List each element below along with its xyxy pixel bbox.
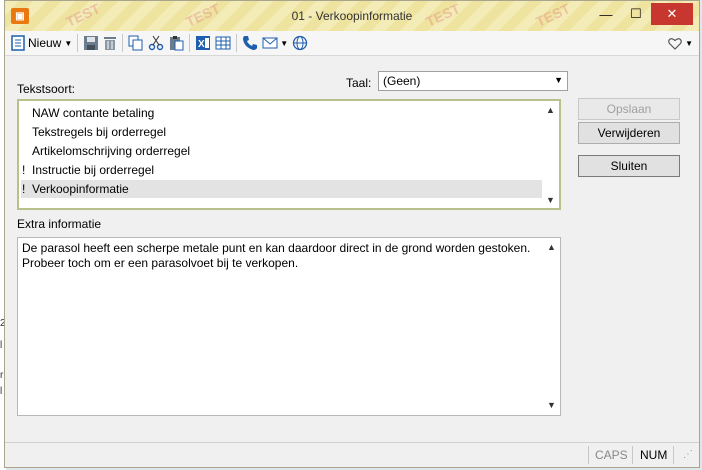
tekstsoort-list[interactable]: NAW contante betaling Tekstregels bij or… xyxy=(17,99,561,210)
chevron-down-icon: ▼ xyxy=(280,38,289,48)
close-button[interactable]: ✕ xyxy=(651,3,693,25)
scroll-up-icon[interactable]: ▲ xyxy=(542,101,559,118)
resize-grip-icon[interactable]: ⋰ xyxy=(683,449,693,460)
list-item-label: Verkoopinformatie xyxy=(32,182,129,196)
extra-informatie-label: Extra informatie xyxy=(17,217,102,231)
toolbar: Nieuw ▼ X ▼ ▼ xyxy=(5,31,699,56)
save-icon xyxy=(84,36,99,50)
title-bar[interactable]: ▣ TEST TEST TEST TEST 01 - Verkoopinform… xyxy=(5,0,699,32)
copy-button[interactable] xyxy=(128,32,144,54)
extra-informatie-textarea[interactable]: De parasol heeft een scherpe metale punt… xyxy=(17,237,561,416)
minimize-button[interactable]: — xyxy=(591,3,621,25)
document-icon xyxy=(11,35,25,51)
separator xyxy=(77,34,79,52)
svg-text:X: X xyxy=(198,39,205,50)
list-item-label: Tekstregels bij orderregel xyxy=(32,125,167,139)
paste-button[interactable] xyxy=(168,32,184,54)
scroll-up-icon[interactable]: ▲ xyxy=(543,239,560,256)
list-item[interactable]: Artikelomschrijving orderregel xyxy=(21,142,543,160)
list-item[interactable]: NAW contante betaling xyxy=(21,104,543,122)
favorite-button[interactable]: ▼ xyxy=(668,32,693,54)
paste-icon xyxy=(170,36,184,51)
num-indicator: NUM xyxy=(640,448,668,462)
list-item-label: Instructie bij orderregel xyxy=(32,163,155,177)
table-icon xyxy=(215,36,231,50)
maximize-button[interactable]: ☐ xyxy=(621,3,651,25)
list-item[interactable]: ! Instructie bij orderregel xyxy=(21,161,543,179)
list-item[interactable]: Tekstregels bij orderregel xyxy=(21,123,543,141)
opslaan-button[interactable]: Opslaan xyxy=(578,98,680,120)
chevron-down-icon: ▼ xyxy=(554,75,563,85)
separator xyxy=(122,34,124,52)
chevron-down-icon: ▼ xyxy=(685,38,693,48)
copy-icon xyxy=(128,35,143,51)
new-button[interactable]: Nieuw ▼ xyxy=(11,32,72,54)
separator xyxy=(588,446,589,464)
separator xyxy=(673,446,674,464)
verkoopinformatie-dialog: ▣ TEST TEST TEST TEST 01 - Verkoopinform… xyxy=(4,0,700,468)
tekstsoort-label: Tekstsoort: xyxy=(17,82,76,96)
list-item-label: Artikelomschrijving orderregel xyxy=(32,144,191,158)
textarea-scrollbar[interactable]: ▲ ▼ xyxy=(543,239,560,414)
verwijderen-button[interactable]: Verwijderen xyxy=(578,122,680,144)
exclamation-mark: ! xyxy=(22,163,26,177)
new-label: Nieuw xyxy=(28,36,62,50)
cut-button[interactable] xyxy=(148,32,164,54)
heart-icon xyxy=(668,37,682,50)
list-item-label: NAW contante betaling xyxy=(32,106,155,120)
list-scrollbar[interactable]: ▲ ▼ xyxy=(542,101,559,208)
save-button[interactable] xyxy=(83,32,99,54)
mail-icon xyxy=(262,37,278,49)
export-excel-button[interactable]: X xyxy=(195,32,211,54)
scroll-down-icon[interactable]: ▼ xyxy=(542,191,559,208)
delete-icon xyxy=(104,37,117,50)
list-item-selected[interactable]: ! Verkoopinformatie xyxy=(21,180,543,198)
phone-icon xyxy=(243,36,258,50)
scroll-down-icon[interactable]: ▼ xyxy=(543,397,560,414)
taal-label: Taal: xyxy=(346,76,372,90)
mail-button[interactable]: ▼ xyxy=(262,32,288,54)
excel-icon: X xyxy=(196,36,211,50)
minimize-icon: — xyxy=(599,6,613,22)
chevron-down-icon: ▼ xyxy=(64,38,73,48)
phone-button[interactable] xyxy=(242,32,258,54)
exclamation-mark: ! xyxy=(22,182,26,196)
web-icon xyxy=(293,35,308,51)
separator xyxy=(236,34,238,52)
taal-value: (Geen) xyxy=(383,74,421,88)
caps-indicator: CAPS xyxy=(595,448,628,462)
separator xyxy=(632,446,633,464)
status-bar: CAPS NUM ⋰ xyxy=(5,442,699,467)
table-button[interactable] xyxy=(215,32,231,54)
extra-informatie-text: De parasol heeft een scherpe metale punt… xyxy=(22,241,531,270)
close-icon: ✕ xyxy=(666,6,678,21)
cut-icon xyxy=(149,35,164,51)
separator xyxy=(189,34,191,52)
maximize-icon: ☐ xyxy=(630,6,642,21)
sluiten-button[interactable]: Sluiten xyxy=(578,155,680,177)
delete-button[interactable] xyxy=(103,32,117,54)
taal-select[interactable]: (Geen) ▼ xyxy=(378,71,568,91)
web-button[interactable] xyxy=(292,32,308,54)
